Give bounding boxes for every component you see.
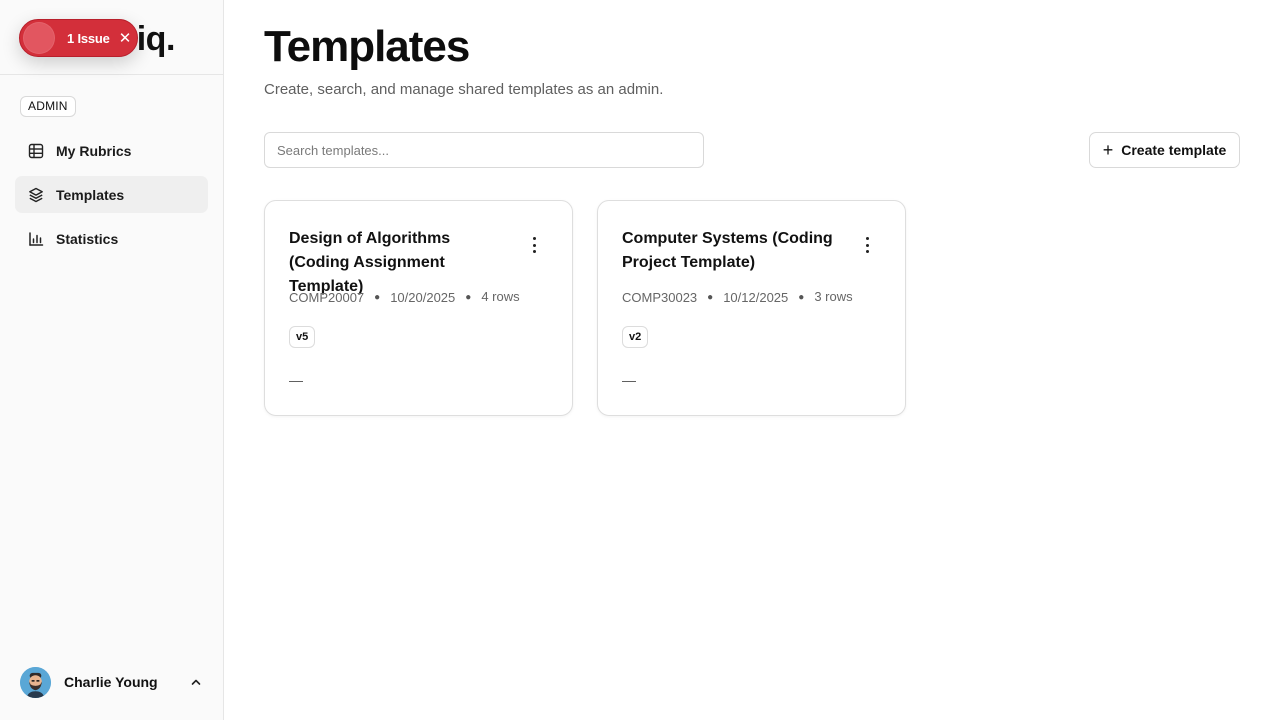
plus-icon: + bbox=[1102, 140, 1114, 160]
brand-header: riq. 1 Issue ✕ bbox=[0, 0, 223, 75]
search-input[interactable] bbox=[264, 132, 704, 168]
issue-badge-label: 1 Issue bbox=[67, 30, 110, 46]
template-meta: COMP20007 ● 10/20/2025 ● 4 rows bbox=[289, 277, 521, 317]
template-rows: 4 rows bbox=[481, 289, 520, 304]
bar-chart-icon bbox=[28, 231, 44, 247]
sidebar-item-statistics[interactable]: Statistics bbox=[15, 220, 208, 257]
main-content: Templates Create, search, and manage sha… bbox=[224, 0, 1280, 720]
meta-separator: ● bbox=[374, 291, 381, 303]
issue-badge[interactable]: 1 Issue ✕ bbox=[19, 19, 138, 57]
version-badge: v5 bbox=[289, 326, 316, 348]
more-vertical-icon[interactable] bbox=[861, 237, 873, 253]
sidebar-item-templates[interactable]: Templates bbox=[15, 176, 208, 213]
templates-icon bbox=[28, 187, 44, 203]
meta-separator: ● bbox=[465, 291, 472, 303]
template-title: Computer Systems (Coding Project Templat… bbox=[622, 230, 833, 271]
template-course-code: COMP20007 bbox=[289, 289, 365, 305]
template-footer: — bbox=[622, 372, 636, 388]
role-badge: ADMIN bbox=[20, 96, 76, 117]
page-subtitle: Create, search, and manage shared templa… bbox=[264, 81, 664, 98]
template-meta: COMP30023 ● 10/12/2025 ● 3 rows bbox=[622, 277, 854, 317]
chevron-up-icon bbox=[190, 676, 202, 688]
template-date: 10/12/2025 bbox=[723, 289, 789, 305]
meta-separator: ● bbox=[707, 291, 714, 303]
template-date: 10/20/2025 bbox=[390, 289, 456, 305]
table-icon bbox=[28, 143, 44, 159]
template-course-code: COMP30023 bbox=[622, 289, 698, 305]
template-card[interactable]: Computer Systems (Coding Project Templat… bbox=[597, 200, 906, 416]
sidebar-nav: My Rubrics Templates Statistics bbox=[15, 132, 208, 264]
sidebar-item-my-rubrics[interactable]: My Rubrics bbox=[15, 132, 208, 169]
version-badge: v2 bbox=[622, 326, 649, 348]
user-menu[interactable]: Charlie Young bbox=[20, 666, 210, 698]
close-icon[interactable]: ✕ bbox=[119, 31, 132, 46]
page-title: Templates bbox=[264, 22, 470, 71]
template-rows: 3 rows bbox=[814, 289, 853, 304]
sidebar: riq. 1 Issue ✕ ADMIN My Rubrics Template… bbox=[0, 0, 224, 720]
app-root: riq. 1 Issue ✕ ADMIN My Rubrics Template… bbox=[0, 0, 1280, 720]
sidebar-item-label: My Rubrics bbox=[56, 142, 132, 159]
avatar bbox=[20, 666, 51, 698]
template-footer: — bbox=[289, 372, 303, 388]
sidebar-item-label: Statistics bbox=[56, 230, 119, 247]
more-vertical-icon[interactable] bbox=[528, 237, 540, 253]
meta-separator: ● bbox=[798, 291, 805, 303]
template-card[interactable]: Design of Algorithms (Coding Assignment … bbox=[264, 200, 573, 416]
sidebar-item-label: Templates bbox=[56, 186, 125, 203]
create-template-label: Create template bbox=[1121, 142, 1227, 158]
user-name: Charlie Young bbox=[64, 674, 158, 690]
issue-indicator-icon bbox=[23, 22, 55, 54]
create-template-button[interactable]: + Create template bbox=[1089, 132, 1240, 168]
